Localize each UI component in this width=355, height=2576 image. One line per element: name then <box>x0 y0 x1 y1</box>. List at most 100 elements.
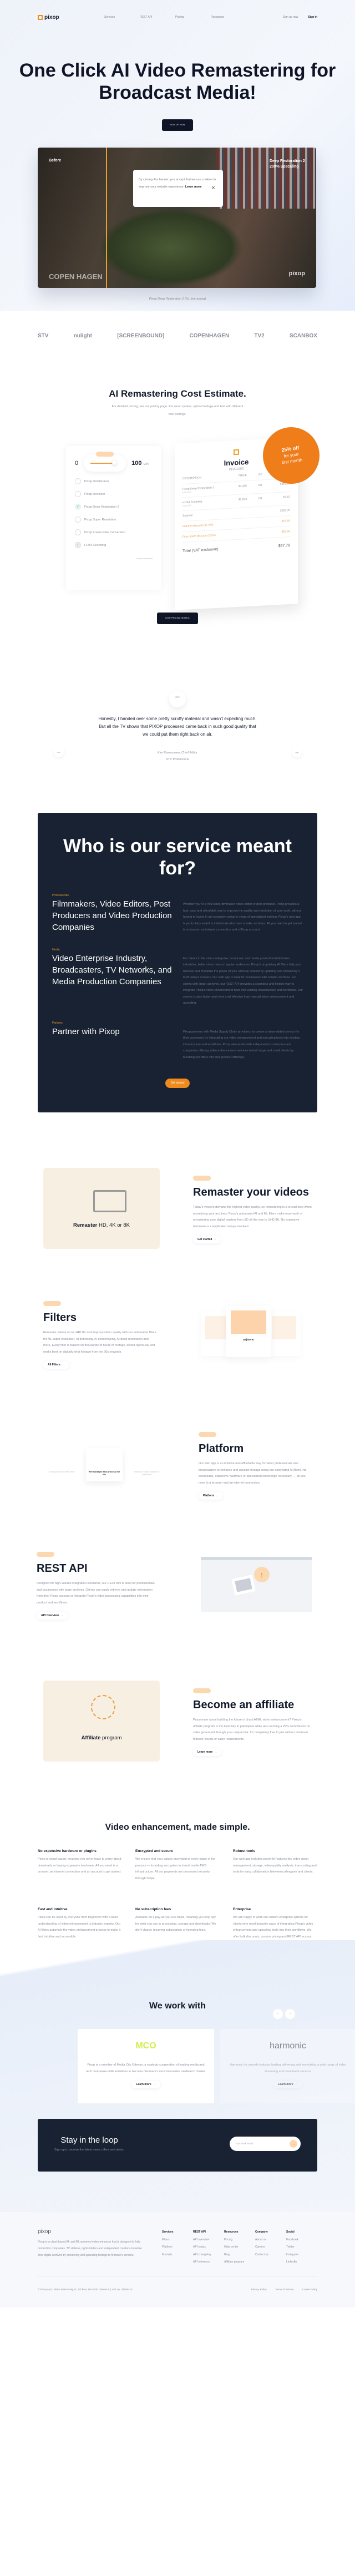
arrow-left-icon[interactable]: ← <box>53 746 64 757</box>
nav-resources[interactable]: Resources <box>211 16 246 19</box>
checkbox-empty-icon[interactable] <box>75 529 81 535</box>
newsletter-title: Stay in the loop <box>60 2135 118 2145</box>
partner-learn-more-link[interactable]: Learn more → <box>131 2081 160 2088</box>
remaster-feature: Remaster HD, 4K or 8K Remaster your vide… <box>0 1168 355 1249</box>
checkbox-empty-icon[interactable] <box>75 517 81 523</box>
nav-signin-link[interactable]: Sign in <box>308 16 317 19</box>
footer-column: Services Filters Platform Formats <box>162 2229 193 2266</box>
feature-title: Remaster your videos <box>193 1186 309 1198</box>
terms-link[interactable]: Terms of Service <box>275 2288 294 2291</box>
benefit-item: Enterprise We are happy to work out custo… <box>233 1907 313 1939</box>
audience-item: Professionals Filmmakers, Video Editors, … <box>52 894 302 932</box>
footer-link[interactable]: API changelog <box>193 2251 224 2259</box>
submit-arrow-icon[interactable]: → <box>290 2139 297 2148</box>
arrow-right-icon[interactable]: → <box>291 746 302 757</box>
footer-column: Company About us Careers Contact us <box>255 2229 286 2266</box>
cookie-policy-link[interactable]: Cookie Policy <box>302 2288 317 2291</box>
hero-section: pixop Services REST API Pricing Resource… <box>0 0 355 311</box>
footer-column: Social Facebook Twitter Instagram LinkedIn <box>286 2229 317 2266</box>
arrow-right-icon: → <box>214 1750 217 1754</box>
benefits-title: Video enhancement, made simple. <box>105 1823 250 1832</box>
api-overview-link[interactable]: API Overview → <box>37 1612 68 1620</box>
close-icon[interactable]: ✕ <box>211 184 215 191</box>
arrow-right-icon: → <box>216 1494 219 1497</box>
footer-logo[interactable]: pixop <box>38 2229 145 2235</box>
client-logo: SCANBOX <box>289 332 317 339</box>
client-logo: TV2 <box>254 332 265 339</box>
filter-option[interactable]: Pixop Deinterlacer <box>75 478 153 484</box>
footer-link[interactable]: API reference <box>193 2259 224 2266</box>
duration-slider[interactable] <box>84 452 126 472</box>
checkbox-checked-icon[interactable]: ✓ <box>75 504 81 510</box>
affiliate-feature: Affiliate program Become an affiliate Pa… <box>0 1681 355 1762</box>
filter-option[interactable]: ✓ Pixop Deep Restoration 2 <box>75 504 153 510</box>
logo[interactable]: pixop <box>38 14 77 21</box>
benefits-section: Video enhancement, made simple. No expen… <box>0 1823 355 1940</box>
how-pricing-works-button[interactable]: HOW PRICING WORKS <box>157 613 198 624</box>
feature-title: REST API <box>37 1562 88 1575</box>
footer-link[interactable]: Blog <box>224 2251 255 2259</box>
nav-rest-api[interactable]: REST API <box>140 16 175 19</box>
feature-tag <box>43 1301 61 1306</box>
arrow-right-icon: → <box>62 1363 65 1367</box>
filter-cards-illustration: Dejitterer <box>201 1306 312 1362</box>
footer-link[interactable]: Filters <box>162 2236 193 2244</box>
footer-link[interactable]: Instagram <box>286 2251 317 2259</box>
privacy-policy-link[interactable]: Privacy Policy <box>251 2288 267 2291</box>
affiliate-network-icon <box>91 1695 115 1719</box>
footer-link[interactable]: About us <box>255 2236 286 2244</box>
arrow-left-icon[interactable]: ← <box>273 2009 283 2019</box>
nav-services[interactable]: Services <box>104 16 140 19</box>
footer-link[interactable]: Formats <box>162 2251 193 2259</box>
before-after-video[interactable]: Before Deep Restoration 2 200% upscaling… <box>38 148 316 288</box>
cookie-learn-more-link[interactable]: Learn more <box>185 185 201 189</box>
client-logos: STV nulight [SCREENBOUND] COPENHAGEN TV2… <box>0 327 355 344</box>
footer-link[interactable]: Pricing <box>224 2236 255 2244</box>
checkbox-empty-icon[interactable] <box>75 491 81 497</box>
pause-animation-link[interactable]: Pause animation <box>75 557 153 560</box>
affiliate-learn-more-link[interactable]: Learn more → <box>193 1748 221 1756</box>
all-filters-link[interactable]: All Filters → <box>43 1361 69 1369</box>
get-started-button[interactable]: Get started <box>165 1079 190 1088</box>
footer-link[interactable]: Careers <box>255 2244 286 2251</box>
newsletter-box: Stay in the loop Sign up to receive the … <box>38 2119 317 2172</box>
slider-knob[interactable] <box>112 460 117 465</box>
audience-item: Partners Partner with Pixop Pixop partner… <box>52 1021 300 1059</box>
after-label: Deep Restoration 2 200% upscaling <box>270 159 305 169</box>
comparison-slider-handle[interactable] <box>106 148 107 288</box>
filter-option[interactable]: ✓ H.264 Encoding <box>75 542 153 548</box>
footer-link[interactable]: API overview <box>193 2236 224 2244</box>
checkbox-empty-icon[interactable] <box>75 478 81 484</box>
footer-link[interactable]: API status <box>193 2244 224 2251</box>
footer-link[interactable]: Affiliate program <box>224 2259 255 2266</box>
slider-value: 100 <box>131 460 142 467</box>
newsletter-email-input[interactable]: Your work email → <box>230 2136 301 2151</box>
testimonial-company: STV Productions <box>166 758 189 761</box>
hero-signup-button[interactable]: SIGN UP NOW <box>162 119 193 131</box>
client-logo: STV <box>38 332 49 339</box>
feature-title: Filters <box>43 1312 77 1324</box>
filter-option[interactable]: Pixop Super Resolution <box>75 517 153 523</box>
footer-link[interactable]: Help center <box>224 2244 255 2251</box>
arrow-right-icon[interactable]: → <box>285 2009 295 2019</box>
slider-min: 0 <box>75 460 79 467</box>
audience-section: Who is our service meant for? Profession… <box>38 813 317 1112</box>
partner-learn-more-link[interactable]: Learn more → <box>273 2081 302 2088</box>
footer-link[interactable]: Contact us <box>255 2251 286 2259</box>
partner-card: harmonic Harmonic Inc provide industry-l… <box>220 2029 355 2103</box>
nav-signup-link[interactable]: Sign up now <box>283 16 298 19</box>
filter-option[interactable]: Pixop Denoiser <box>75 491 153 497</box>
platform-link[interactable]: Platform → <box>199 1492 223 1500</box>
nav-pricing[interactable]: Pricing <box>175 16 211 19</box>
remaster-get-started-link[interactable]: Get started → <box>193 1236 221 1243</box>
pixop-watermark: pixop <box>288 270 305 277</box>
footer-link[interactable]: LinkedIn <box>286 2259 317 2266</box>
checkbox-checked-icon[interactable]: ✓ <box>75 542 81 548</box>
upload-icon: ↑ <box>254 1567 270 1582</box>
filter-option[interactable]: Pixop Frame Rate Conversion <box>75 529 153 535</box>
client-logo: [SCREENBOUND] <box>117 332 165 339</box>
footer-link[interactable]: Platform <box>162 2244 193 2251</box>
video-caption: Pixop Deep Restoration 2 (2x, fine-tunin… <box>149 297 206 301</box>
footer-link[interactable]: Facebook <box>286 2236 317 2244</box>
footer-link[interactable]: Twitter <box>286 2244 317 2251</box>
